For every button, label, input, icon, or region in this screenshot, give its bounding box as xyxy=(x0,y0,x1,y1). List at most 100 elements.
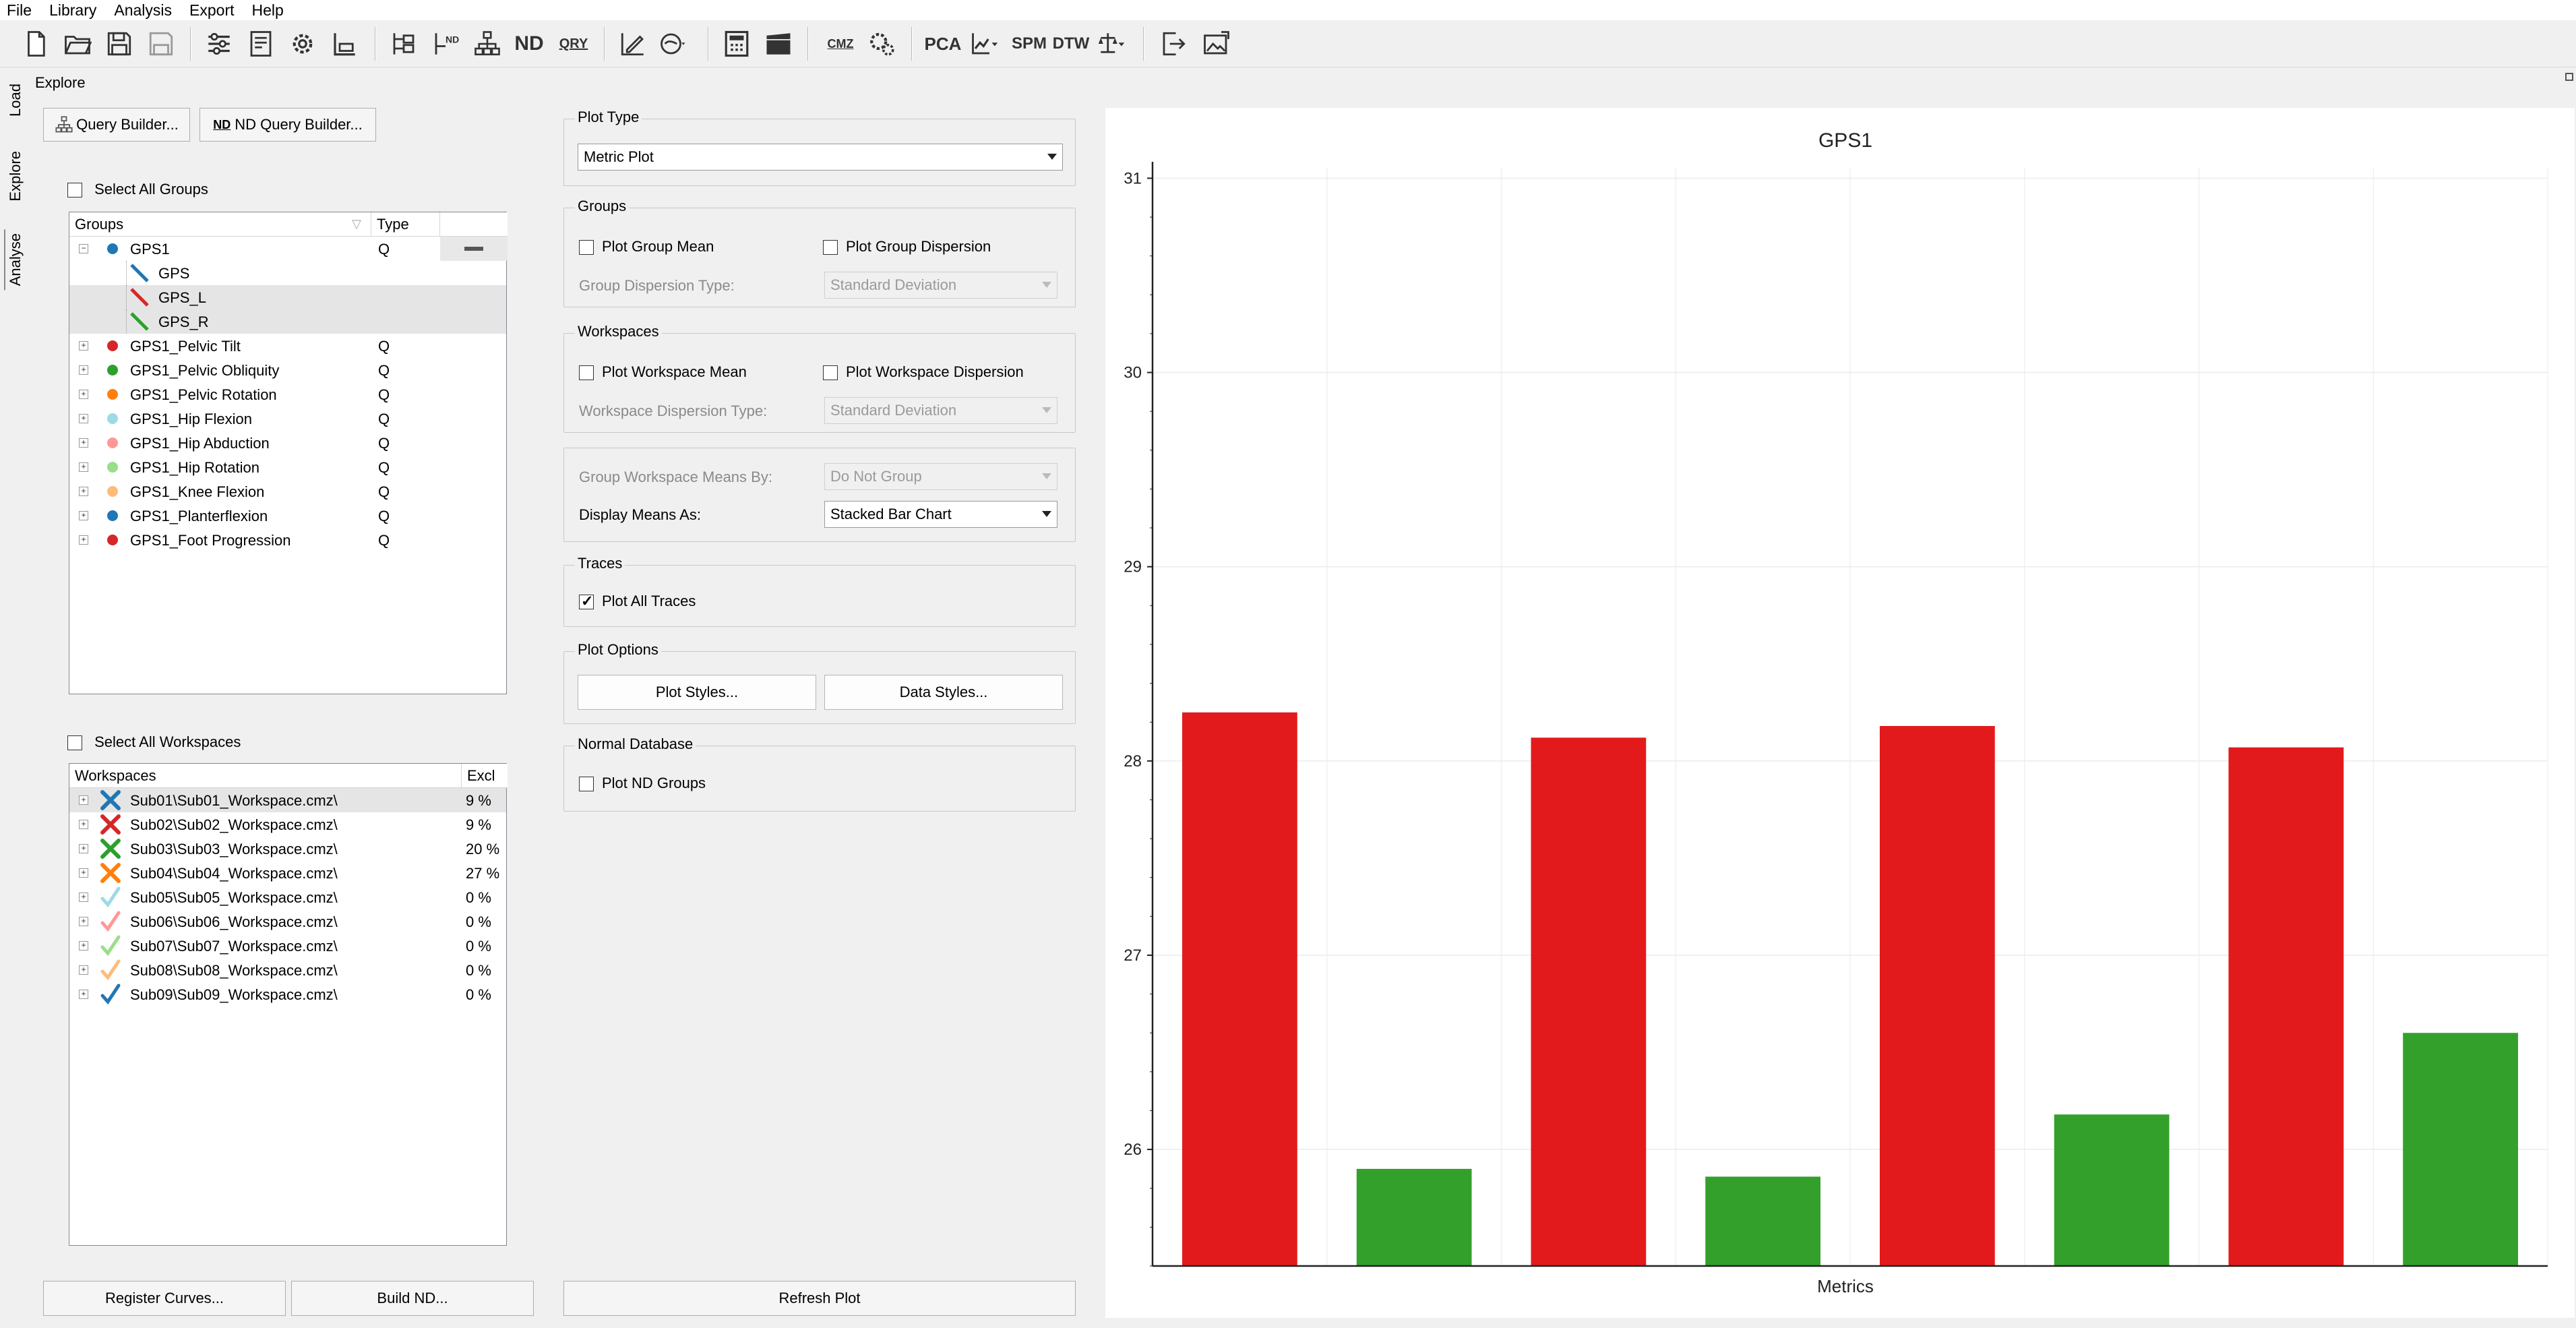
cmz-icon[interactable]: CMZ xyxy=(824,27,857,61)
plot-styles-button[interactable]: Plot Styles... xyxy=(578,675,816,710)
plot-group-mean-checkbox[interactable] xyxy=(579,240,594,255)
expand-icon[interactable]: + xyxy=(79,844,88,853)
chart-bar[interactable] xyxy=(2228,747,2344,1266)
ruler-icon[interactable] xyxy=(328,27,361,61)
build-nd-button[interactable]: Build ND... xyxy=(291,1281,534,1316)
plot-workspace-mean-checkbox[interactable] xyxy=(579,365,594,381)
group-row[interactable]: + GPS1_Foot Progression Q xyxy=(69,528,506,552)
expand-icon[interactable]: + xyxy=(79,487,88,496)
workspaces-tree[interactable]: Workspaces Excl + Sub01\Sub01_Workspace.c… xyxy=(69,763,508,1246)
display-means-as-select[interactable]: Stacked Bar Chart xyxy=(824,501,1057,528)
group-row[interactable]: + GPS1_Pelvic Rotation Q xyxy=(69,382,506,406)
tab-explore[interactable]: Explore xyxy=(4,147,26,206)
refresh-plot-button[interactable]: Refresh Plot xyxy=(563,1281,1076,1316)
remove-icon[interactable] xyxy=(464,247,483,251)
query-builder-button[interactable]: Query Builder... xyxy=(43,108,190,142)
line-chart-dropdown-icon[interactable] xyxy=(968,27,1002,61)
tree-icon[interactable] xyxy=(387,27,421,61)
group-row[interactable]: + GPS1_Planterflexion Q xyxy=(69,504,506,528)
balance-dropdown-icon[interactable] xyxy=(1095,27,1128,61)
menu-library[interactable]: Library xyxy=(49,1,96,20)
column-header-excl[interactable]: Excl xyxy=(462,764,508,788)
column-header-groups[interactable]: Groups ▽ xyxy=(69,212,371,237)
save-icon[interactable] xyxy=(102,27,136,61)
expand-icon[interactable]: + xyxy=(79,365,88,375)
menu-file[interactable]: File xyxy=(7,1,32,20)
chart-bar[interactable] xyxy=(2403,1033,2519,1266)
group-row[interactable]: + GPS1_Hip Flexion Q xyxy=(69,406,506,431)
select-all-workspaces[interactable]: Select All Workspaces xyxy=(67,733,241,751)
chart-bar[interactable] xyxy=(2054,1114,2170,1266)
column-header-extra[interactable] xyxy=(440,212,508,237)
expand-icon[interactable]: + xyxy=(79,535,88,545)
settings-sliders-icon[interactable] xyxy=(202,27,236,61)
chart-bar[interactable] xyxy=(1879,725,1995,1266)
plot-workspace-dispersion[interactable]: Plot Workspace Dispersion xyxy=(823,363,1024,381)
plot-group-dispersion-checkbox[interactable] xyxy=(823,240,838,255)
plot-group-dispersion[interactable]: Plot Group Dispersion xyxy=(823,238,991,255)
expand-icon[interactable]: + xyxy=(79,941,88,950)
save-as-icon[interactable] xyxy=(144,27,178,61)
select-all-workspaces-checkbox[interactable] xyxy=(67,735,82,751)
qry-icon[interactable]: QRY xyxy=(557,27,590,61)
chart-area[interactable]: 26 27 28 29 30 31 GPS1 Metrics xyxy=(1105,108,2575,1318)
expand-icon[interactable]: + xyxy=(79,917,88,926)
plot-all-traces-checkbox[interactable] xyxy=(579,593,594,610)
nd-tree-icon[interactable]: ND xyxy=(429,27,462,61)
group-child-row[interactable]: GPS_R xyxy=(69,309,506,334)
workspace-row[interactable]: + Sub07\Sub07_Workspace.cmz\ 0 % xyxy=(69,934,506,958)
select-all-groups[interactable]: Select All Groups xyxy=(67,181,208,198)
nd-icon[interactable]: ND xyxy=(512,27,546,61)
hierarchy-icon[interactable] xyxy=(470,27,504,61)
export-icon[interactable] xyxy=(1157,27,1190,61)
edit-chart-icon[interactable] xyxy=(616,27,650,61)
column-header-workspaces[interactable]: Workspaces xyxy=(69,764,462,788)
expand-icon[interactable]: + xyxy=(79,868,88,878)
expand-icon[interactable]: + xyxy=(79,414,88,423)
workspace-dispersion-type-select[interactable]: Standard Deviation xyxy=(824,397,1057,424)
float-window-icon[interactable] xyxy=(2565,73,2573,81)
tab-analyse[interactable]: Analyse xyxy=(4,229,26,291)
expand-icon[interactable]: + xyxy=(79,390,88,399)
pipeline-gear-icon[interactable] xyxy=(865,27,899,61)
expand-icon[interactable]: + xyxy=(79,965,88,975)
menu-analysis[interactable]: Analysis xyxy=(114,1,172,20)
new-file-icon[interactable] xyxy=(19,27,53,61)
expand-icon[interactable]: + xyxy=(79,820,88,829)
workspace-row[interactable]: + Sub05\Sub05_Workspace.cmz\ 0 % xyxy=(69,885,506,909)
plot-all-traces[interactable]: Plot All Traces xyxy=(579,593,696,610)
open-folder-icon[interactable] xyxy=(61,27,94,61)
group-dispersion-type-select[interactable]: Standard Deviation xyxy=(824,272,1057,299)
plot-nd-groups-checkbox[interactable] xyxy=(579,777,594,792)
spm-icon[interactable]: SPM xyxy=(1012,27,1047,61)
group-child-row[interactable]: GPS_L xyxy=(69,285,506,309)
plot-type-select[interactable]: Metric Plot xyxy=(578,144,1063,171)
group-row[interactable]: + GPS1_Hip Abduction Q xyxy=(69,431,506,455)
workspace-row[interactable]: + Sub03\Sub03_Workspace.cmz\ 20 % xyxy=(69,837,506,861)
groups-tree[interactable]: Groups ▽ Type − GPS1 Q GPS GPS_L GPS_R + GPS1_Pe… xyxy=(69,212,508,694)
plot-group-mean[interactable]: Plot Group Mean xyxy=(579,238,714,255)
group-workspace-means-by-select[interactable]: Do Not Group xyxy=(824,463,1057,490)
chart-bar[interactable] xyxy=(1705,1176,1821,1266)
workspace-row[interactable]: + Sub01\Sub01_Workspace.cmz\ 9 % xyxy=(69,788,506,812)
menu-export[interactable]: Export xyxy=(189,1,234,20)
export-image-icon[interactable] xyxy=(1200,27,1233,61)
workspace-row[interactable]: + Sub08\Sub08_Workspace.cmz\ 0 % xyxy=(69,958,506,982)
plot-workspace-dispersion-checkbox[interactable] xyxy=(823,365,838,381)
menu-help[interactable]: Help xyxy=(252,1,284,20)
pca-icon[interactable]: PCA xyxy=(925,27,962,61)
plot-workspace-mean[interactable]: Plot Workspace Mean xyxy=(579,363,747,381)
plot-nd-groups[interactable]: Plot ND Groups xyxy=(579,775,706,792)
expand-icon[interactable]: + xyxy=(79,438,88,448)
workspace-row[interactable]: + Sub09\Sub09_Workspace.cmz\ 0 % xyxy=(69,982,506,1006)
group-row[interactable]: + GPS1_Pelvic Obliquity Q xyxy=(69,358,506,382)
tab-load[interactable]: Load xyxy=(4,80,26,121)
workspace-row[interactable]: + Sub06\Sub06_Workspace.cmz\ 0 % xyxy=(69,909,506,934)
register-curves-button[interactable]: Register Curves... xyxy=(43,1281,286,1316)
data-styles-button[interactable]: Data Styles... xyxy=(824,675,1063,710)
group-row[interactable]: + GPS1_Pelvic Tilt Q xyxy=(69,334,506,358)
column-header-type[interactable]: Type xyxy=(371,212,440,237)
clapper-icon[interactable] xyxy=(762,27,795,61)
select-all-groups-checkbox[interactable] xyxy=(67,183,82,198)
expand-icon[interactable]: + xyxy=(79,341,88,351)
